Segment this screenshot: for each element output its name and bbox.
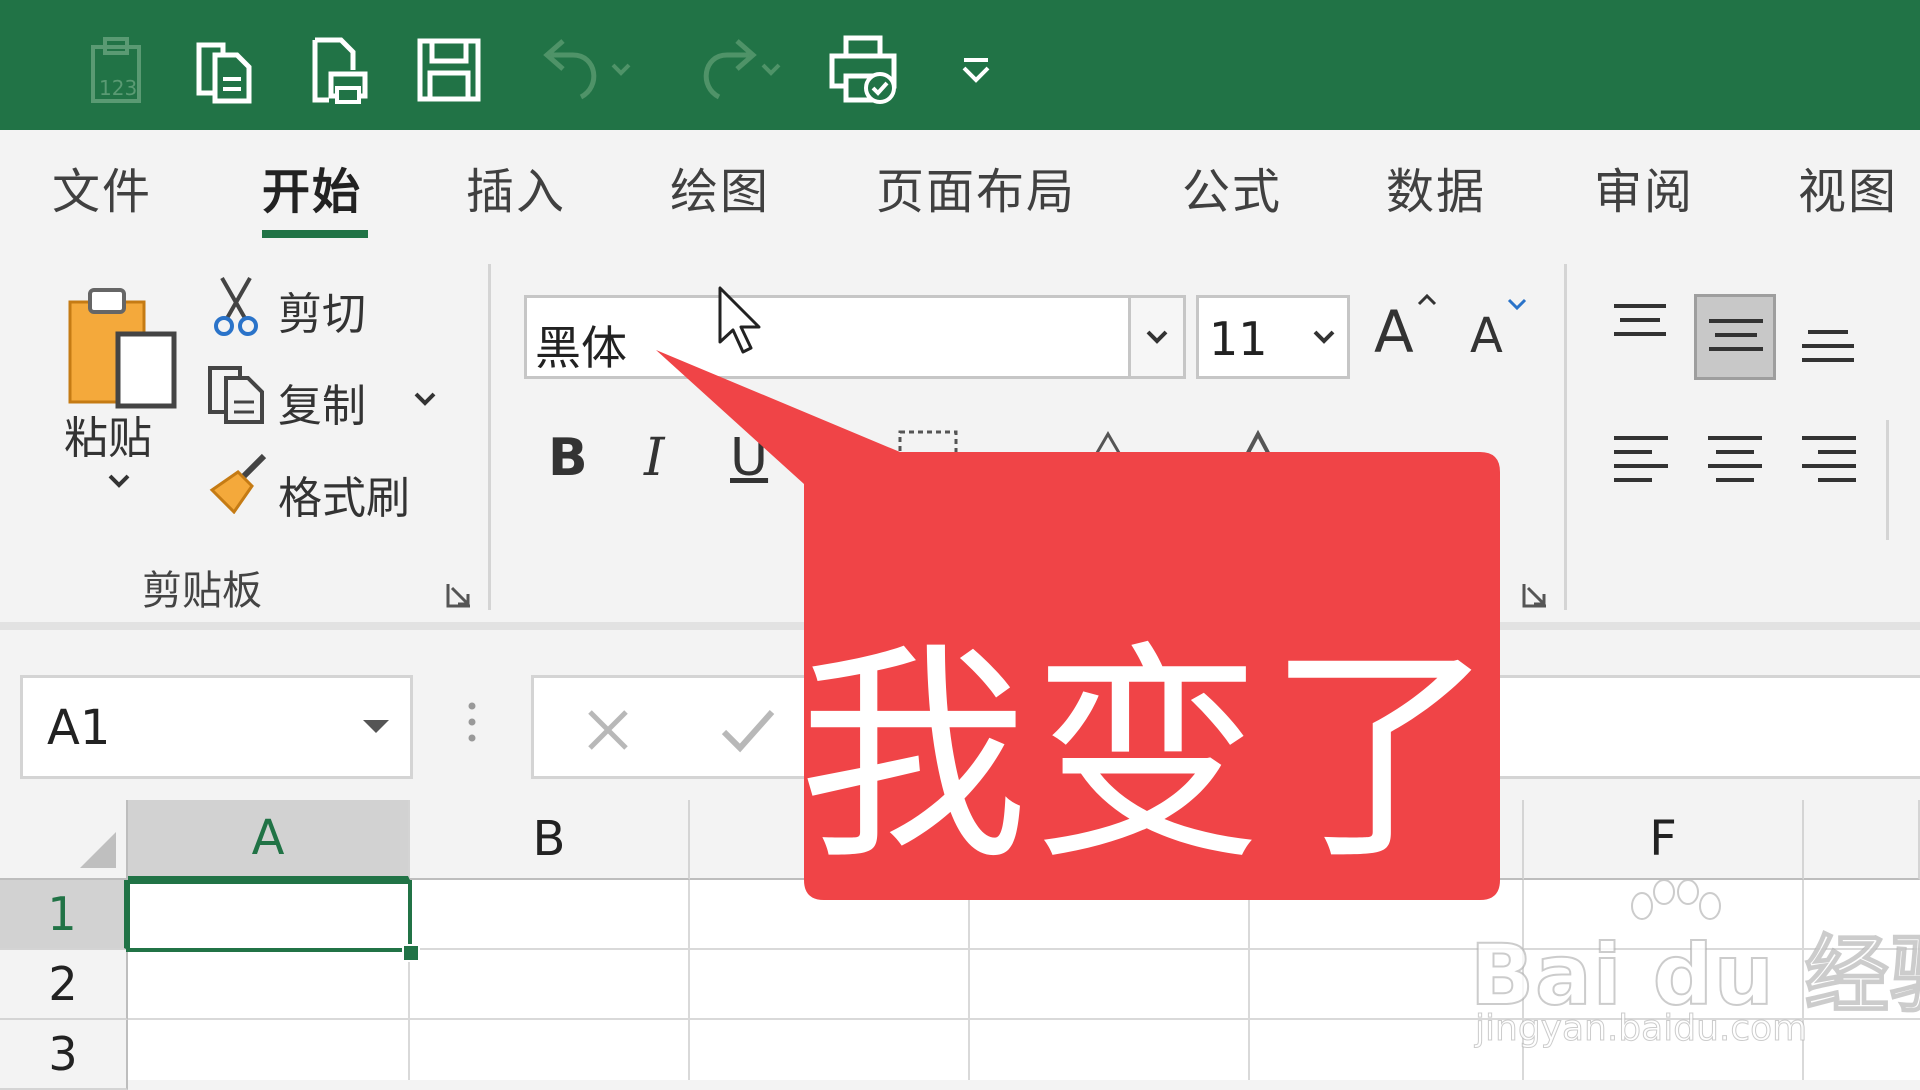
quick-print-icon[interactable]	[826, 30, 902, 110]
font-color-icon[interactable]	[1234, 428, 1284, 472]
clipboard-dialog-launcher-icon[interactable]	[446, 582, 472, 608]
save-icon[interactable]	[414, 30, 484, 110]
active-cell-a1[interactable]	[126, 880, 412, 952]
confirm-entry-icon[interactable]	[720, 706, 776, 758]
tab-page-layout[interactable]: 页面布局	[876, 152, 1076, 222]
cancel-entry-icon[interactable]	[584, 706, 632, 758]
tab-file[interactable]: 文件	[52, 152, 152, 222]
font-name-value: 黑体	[535, 321, 627, 375]
customize-toolbar-icon[interactable]	[956, 30, 996, 110]
name-box-dropdown-icon[interactable]	[361, 718, 391, 740]
column-header-f[interactable]: F	[1524, 800, 1804, 880]
grow-font-button[interactable]: A	[1374, 288, 1444, 368]
cut-icon[interactable]	[212, 274, 260, 342]
align-middle-button[interactable]	[1694, 294, 1776, 380]
column-header-g[interactable]	[1804, 800, 1920, 880]
formula-bar-grip-icon[interactable]	[466, 700, 478, 752]
paste-label[interactable]: 粘贴	[64, 402, 152, 466]
tab-review[interactable]: 审阅	[1594, 152, 1694, 222]
format-painter-icon[interactable]	[204, 450, 270, 518]
grow-font-letter: A	[1374, 298, 1414, 366]
tab-formulas[interactable]: 公式	[1182, 152, 1282, 222]
watermark-url: jingyan.baidu.com	[1474, 1008, 1808, 1050]
tab-draw[interactable]: 绘图	[670, 152, 770, 222]
align-bottom-icon[interactable]	[1800, 326, 1856, 380]
tab-insert[interactable]: 插入	[466, 152, 566, 222]
font-name-combobox[interactable]: 黑体	[524, 295, 1186, 379]
grid-line	[1248, 880, 1250, 1080]
font-name-dropdown-chevron-icon[interactable]	[1128, 298, 1183, 376]
font-dialog-launcher-icon[interactable]	[1522, 582, 1548, 608]
baidu-watermark: Bai du 经验 jingyan.baidu.com	[1469, 880, 1920, 1060]
align-top-icon[interactable]	[1612, 300, 1668, 354]
active-tab-indicator	[262, 230, 368, 238]
format-painter-label[interactable]: 格式刷	[278, 462, 410, 526]
callout-text: 我变了	[797, 624, 1500, 891]
row-header-2[interactable]: 2	[0, 950, 128, 1020]
shrink-font-letter: A	[1470, 308, 1503, 364]
italic-button[interactable]: I	[644, 428, 665, 488]
tab-data[interactable]: 数据	[1386, 152, 1486, 222]
grid-line	[688, 880, 690, 1080]
align-left-icon[interactable]	[1612, 434, 1670, 494]
name-box[interactable]: A1	[20, 675, 413, 779]
font-size-value: 11	[1209, 312, 1268, 366]
copy-dropdown-chevron-icon[interactable]	[410, 390, 440, 414]
paste-values-icon[interactable]: 123	[82, 30, 152, 110]
align-center-icon[interactable]	[1706, 434, 1764, 494]
mouse-cursor-icon	[716, 284, 766, 362]
copy-icon[interactable]	[204, 362, 270, 430]
print-preview-icon[interactable]	[304, 30, 374, 110]
column-header-b[interactable]: B	[410, 800, 690, 880]
quick-access-toolbar: 123	[0, 0, 1920, 130]
group-separator	[488, 264, 491, 610]
copy-doc-icon[interactable]	[190, 30, 260, 110]
svg-text:123: 123	[99, 76, 137, 100]
cut-label[interactable]: 剪切	[278, 278, 366, 342]
align-right-icon[interactable]	[1800, 434, 1858, 494]
select-all-button[interactable]	[0, 800, 128, 880]
ribbon-tabs: 文件 开始 插入 绘图 页面布局 公式 数据 审阅 视图	[0, 130, 1920, 240]
undo-icon[interactable]	[530, 30, 640, 110]
name-box-value: A1	[47, 700, 111, 756]
group-separator	[1564, 264, 1567, 610]
shrink-font-button[interactable]: A	[1470, 296, 1540, 376]
font-size-dropdown-chevron-icon[interactable]	[1311, 328, 1337, 350]
row-header-1[interactable]: 1	[0, 880, 128, 950]
redo-icon[interactable]	[680, 30, 790, 110]
fill-color-icon[interactable]	[1084, 428, 1138, 472]
fill-handle[interactable]	[402, 944, 420, 962]
bold-button[interactable]: B	[548, 428, 588, 488]
font-size-combobox[interactable]: 11	[1196, 295, 1350, 379]
borders-icon[interactable]	[896, 428, 960, 472]
group-separator	[1886, 420, 1889, 540]
grid-line	[968, 880, 970, 1080]
clipboard-group-label: 剪贴板	[142, 568, 262, 614]
tab-view[interactable]: 视图	[1798, 152, 1898, 222]
copy-label[interactable]: 复制	[278, 370, 366, 434]
paste-dropdown-chevron-icon[interactable]	[104, 472, 134, 496]
underline-button[interactable]: U	[730, 428, 768, 488]
tab-home[interactable]: 开始	[262, 152, 362, 222]
column-header-a[interactable]: A	[128, 800, 410, 880]
